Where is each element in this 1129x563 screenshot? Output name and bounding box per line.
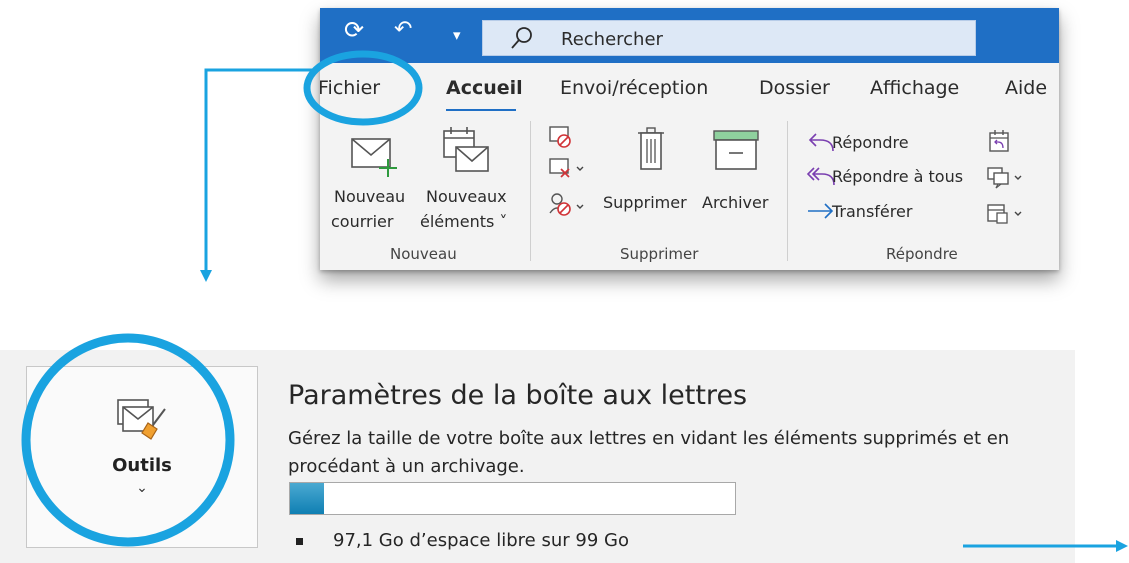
annotation-arrow-connector xyxy=(204,68,315,270)
annotation-circle-fichier xyxy=(303,50,423,126)
annotation-circle-outils xyxy=(21,333,235,547)
annotation-arrowhead-right xyxy=(1116,540,1128,552)
annotation-overlay xyxy=(21,50,1128,552)
annotation-arrowhead-down xyxy=(200,270,212,282)
